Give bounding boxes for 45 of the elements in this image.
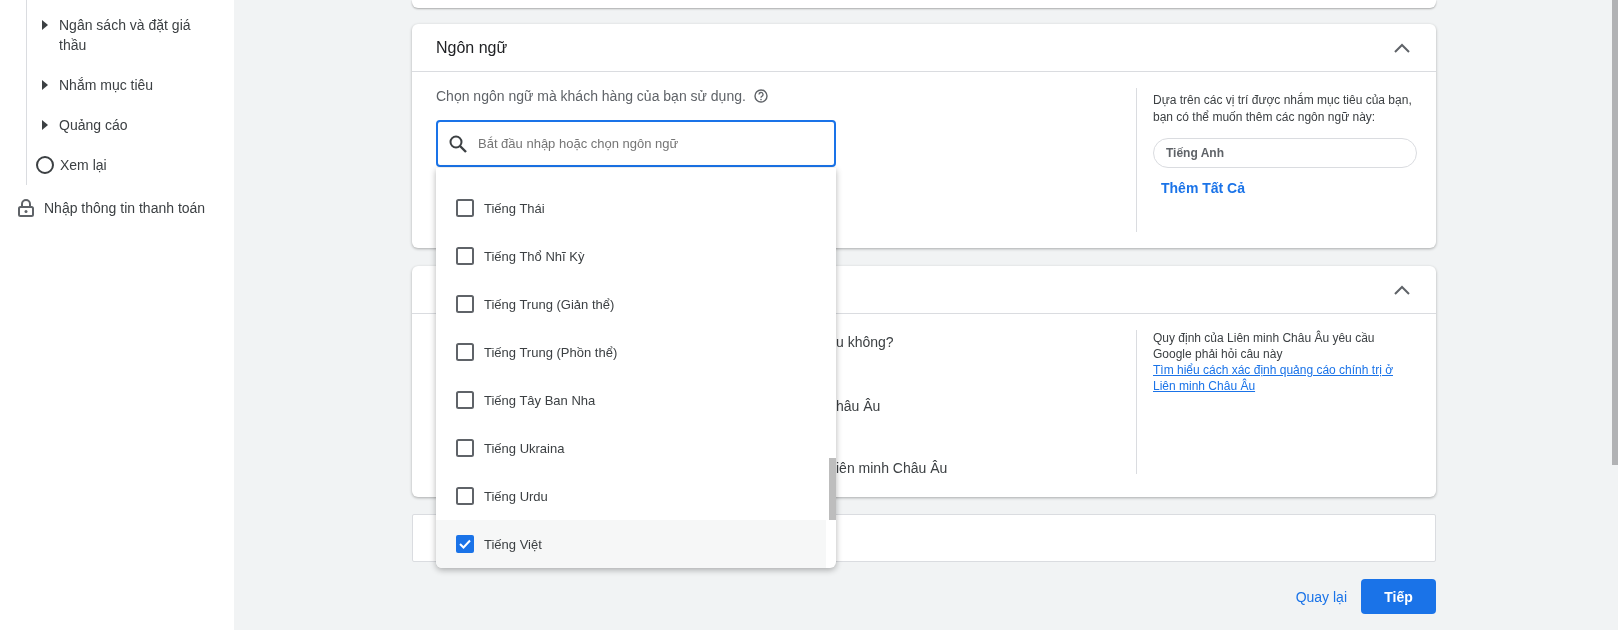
expand-arrow-icon[interactable] (41, 120, 49, 130)
card-title: Ngôn ngữ (436, 38, 508, 57)
field-label: Chọn ngôn ngữ mà khách hàng của bạn sử dụng. (436, 88, 746, 104)
search-icon (448, 134, 468, 154)
option-label[interactable]: hâu Âu (836, 398, 1136, 414)
lock-icon (18, 199, 34, 217)
sidebar-item[interactable]: Quảng cáo (59, 115, 209, 135)
collapse-icon[interactable] (1394, 42, 1410, 53)
help-icon[interactable] (753, 89, 768, 103)
suggestion-text: Dựa trên các vị trí được nhắm mục tiêu của bạn, bạn có thể muốn thêm các ngôn ngữ này: (1153, 91, 1412, 126)
expand-arrow-icon[interactable] (41, 20, 49, 30)
checkbox[interactable] (456, 343, 474, 361)
checkbox[interactable] (456, 247, 474, 265)
option-label[interactable]: iên minh Châu Âu (836, 460, 1136, 476)
checkbox[interactable] (456, 439, 474, 457)
language-option[interactable]: Tiếng Tây Ban Nha (484, 392, 596, 408)
question-text: u không? (836, 334, 895, 350)
language-option[interactable]: Tiếng Việt (484, 536, 542, 552)
add-all-button[interactable]: Thêm Tất Cả (1161, 180, 1245, 196)
note-text: Quy định của Liên minh Châu Âu yêu cầu Google phải hỏi câu này (1153, 331, 1375, 361)
language-option[interactable]: Tiếng Thổ Nhĩ Kỳ (484, 248, 585, 264)
language-chip[interactable]: Tiếng Anh (1153, 138, 1417, 168)
language-option[interactable]: Tiếng Urdu (484, 488, 548, 504)
back-button[interactable]: Quay lại (1291, 580, 1351, 613)
sidebar-item[interactable]: Nhập thông tin thanh toán (44, 200, 206, 216)
expand-arrow-icon[interactable] (41, 80, 49, 90)
checkbox[interactable] (456, 535, 474, 553)
language-option[interactable]: Tiếng Thái (484, 200, 545, 216)
sidebar-item[interactable]: Xem lại (60, 155, 210, 175)
next-button[interactable]: Tiếp (1361, 579, 1436, 614)
sidebar-item[interactable]: Ngân sách và đặt giá thầu (59, 15, 209, 55)
language-option[interactable]: Tiếng Ukraina (484, 440, 565, 456)
scrollbar[interactable] (829, 458, 836, 520)
search-field[interactable]: Bắt đầu nhập hoặc chọn ngôn ngữ (436, 120, 836, 167)
language-option[interactable]: Tiếng Trung (Phồn thể) (484, 344, 618, 360)
checkbox[interactable] (456, 487, 474, 505)
sidebar-item[interactable]: Nhắm mục tiêu (59, 75, 209, 95)
language-option[interactable]: Tiếng Trung (Giản thể) (484, 296, 615, 312)
help-link[interactable]: Tìm hiểu cách xác định quảng cáo chính trị ở Liên minh Châu Âu (1153, 362, 1412, 394)
step-circle-icon (36, 156, 54, 174)
checkbox[interactable] (456, 391, 474, 409)
checkbox[interactable] (456, 199, 474, 217)
collapse-icon[interactable] (1394, 284, 1410, 295)
scrollbar[interactable] (1612, 0, 1618, 465)
checkbox[interactable] (456, 295, 474, 313)
